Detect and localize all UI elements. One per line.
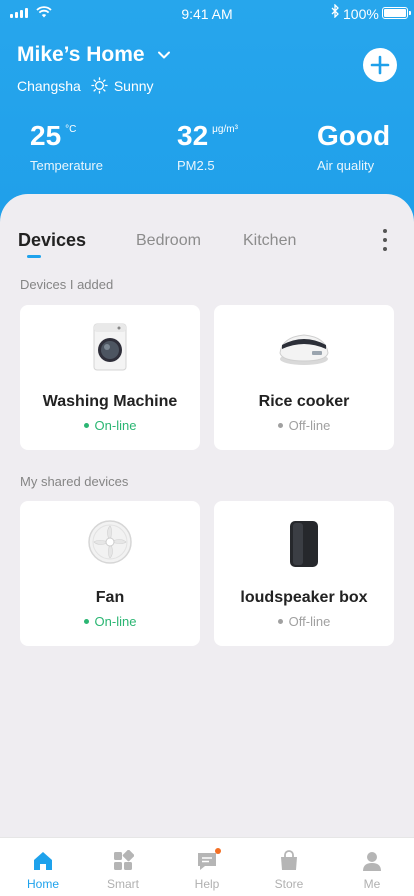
tab-label: Me <box>363 877 381 891</box>
home-icon <box>34 852 52 870</box>
user-icon <box>363 852 381 871</box>
location-weather: Changsha Sunny <box>17 77 154 94</box>
shopping-bag-icon <box>281 850 297 870</box>
stat-label: PM2.5 <box>177 158 215 173</box>
stat-pm25: 32 μg/m³ PM2.5 <box>177 120 238 173</box>
tab-devices[interactable]: Devices <box>18 230 86 251</box>
battery-icon <box>382 7 411 19</box>
sun-icon <box>91 77 108 94</box>
main-content: Devices Bedroom Kitchen Devices I added … <box>0 194 414 837</box>
weather-label: Sunny <box>113 77 154 94</box>
section-shared-devices: My shared devices <box>20 474 129 489</box>
device-card-rice-cooker[interactable]: Rice cooker Off-line <box>214 305 394 450</box>
home-title: Mike’s Home <box>17 43 145 66</box>
city-label: Changsha <box>17 77 81 94</box>
status-bar: 9:41 AM 100% <box>0 0 414 28</box>
stat-value: 25 <box>30 120 62 151</box>
tab-store[interactable]: Store <box>259 848 319 891</box>
tab-home[interactable]: Home <box>13 848 73 891</box>
washing-machine-icon <box>20 323 200 373</box>
more-options-icon[interactable] <box>382 229 388 251</box>
tab-label: Store <box>274 877 304 891</box>
add-button[interactable] <box>363 48 397 82</box>
device-card-fan[interactable]: Fan On-line <box>20 501 200 646</box>
stat-unit: °C <box>65 124 77 135</box>
battery-percent: 100% <box>343 6 379 22</box>
tab-help[interactable]: Help <box>177 848 237 891</box>
device-status: Off-line <box>214 418 394 433</box>
stat-value: Good <box>317 120 391 151</box>
room-tabs: Devices Bedroom Kitchen <box>18 230 398 260</box>
device-status: On-line <box>20 418 200 433</box>
device-card-washing-machine[interactable]: Washing Machine On-line <box>20 305 200 450</box>
stat-label: Temperature <box>30 158 103 173</box>
tab-bedroom[interactable]: Bedroom <box>136 232 201 250</box>
stat-label: Air quality <box>317 158 375 173</box>
stat-temperature: 25 °C Temperature <box>30 120 103 173</box>
section-devices-added: Devices I added <box>20 277 114 292</box>
grid-icon <box>114 850 134 870</box>
stat-air-quality: Good Air quality <box>317 120 390 173</box>
device-name: Rice cooker <box>258 393 350 410</box>
device-name: loudspeaker box <box>240 589 368 606</box>
device-name: Fan <box>95 589 125 606</box>
chevron-down-icon <box>157 51 170 59</box>
device-status: Off-line <box>214 614 394 629</box>
stat-value: 32 <box>177 120 209 151</box>
tab-label: Help <box>194 877 220 891</box>
active-tab-indicator <box>27 255 41 258</box>
notification-badge <box>215 848 221 854</box>
bottom-tab-bar: Home Smart Help Store Me <box>0 837 414 896</box>
tab-kitchen[interactable]: Kitchen <box>243 232 296 250</box>
chat-icon <box>198 853 216 870</box>
plus-icon <box>370 55 390 75</box>
device-name: Washing Machine <box>42 393 178 410</box>
tab-label: Smart <box>106 877 139 891</box>
tab-label: Home <box>26 877 59 891</box>
device-status: On-line <box>20 614 200 629</box>
stat-unit: μg/m³ <box>212 124 238 135</box>
device-card-loudspeaker[interactable]: loudspeaker box Off-line <box>214 501 394 646</box>
tab-smart[interactable]: Smart <box>93 848 153 891</box>
tab-me[interactable]: Me <box>342 848 402 891</box>
home-selector[interactable]: Mike’s Home <box>17 43 171 67</box>
speaker-icon <box>214 519 394 569</box>
bluetooth-icon <box>331 4 339 18</box>
rice-cooker-icon <box>214 323 394 373</box>
fan-icon <box>20 519 200 569</box>
